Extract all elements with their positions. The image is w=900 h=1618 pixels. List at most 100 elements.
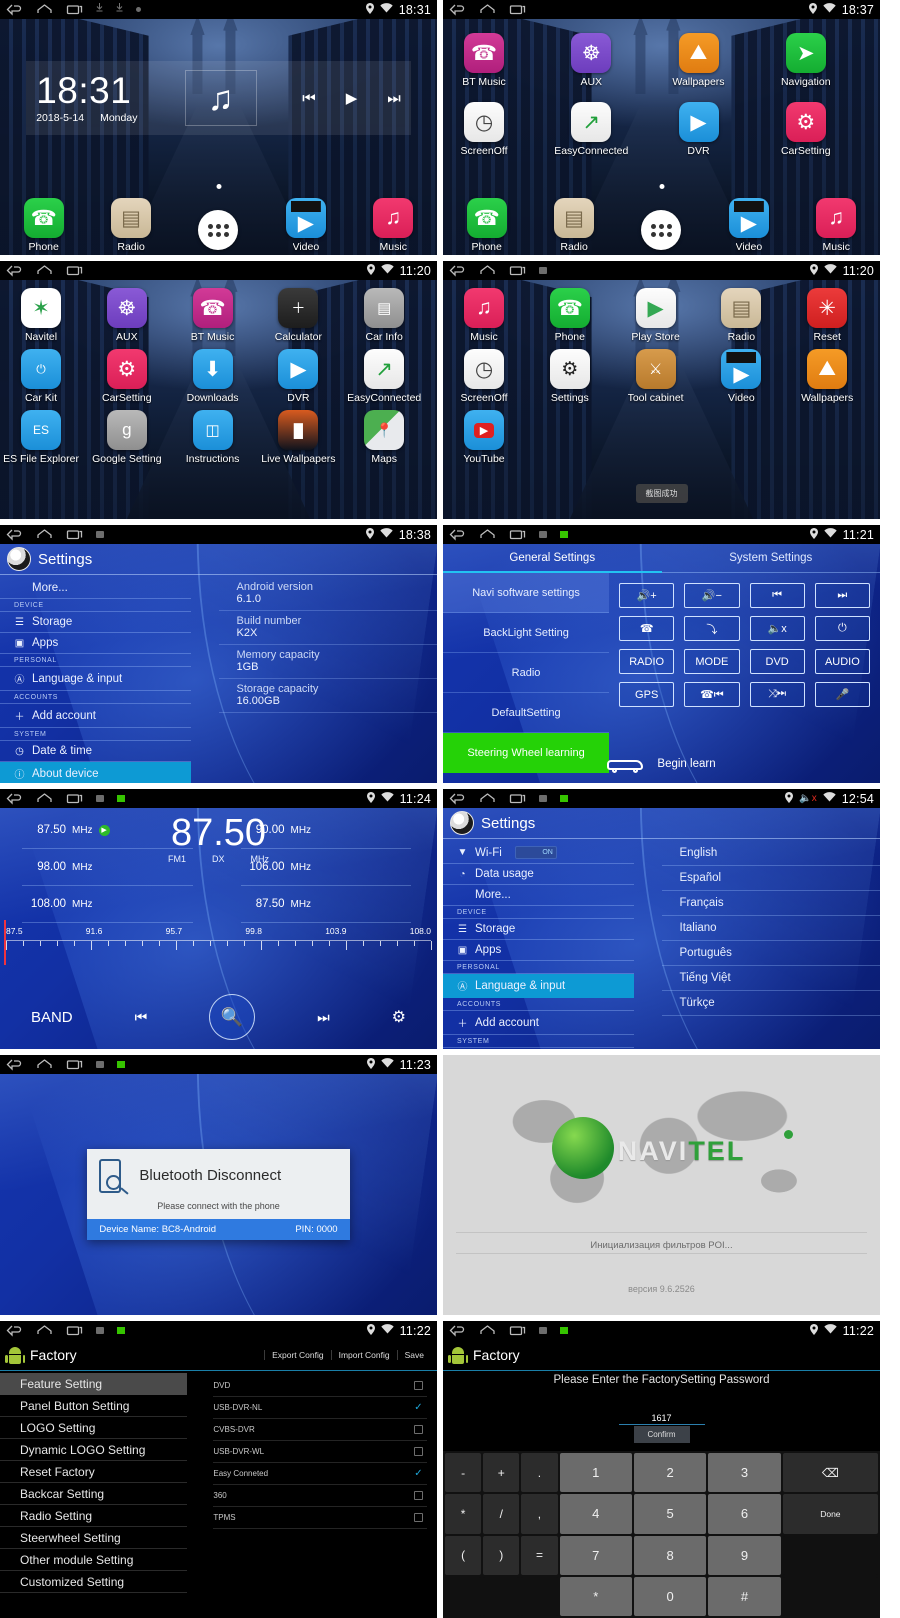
preset-item[interactable]: 87.50 MHz ▶ xyxy=(22,812,193,849)
dock-item-video[interactable]: ▶ Video xyxy=(712,198,786,253)
app-screen-off[interactable]: ◷ ScreenOff xyxy=(447,349,521,404)
language-option[interactable]: English xyxy=(661,841,880,866)
prev-track-icon[interactable]: ⏮ xyxy=(302,90,316,107)
key-plus[interactable]: + xyxy=(483,1453,520,1493)
key-7[interactable]: 7 xyxy=(559,1535,632,1575)
recents-icon[interactable] xyxy=(66,1324,83,1337)
btn-call-end[interactable]: ⤵ xyxy=(684,616,740,641)
home-icon[interactable] xyxy=(36,792,53,805)
app-aux[interactable]: ☸ AUX xyxy=(90,288,164,343)
preset-item[interactable]: 98.00 MHz xyxy=(22,849,193,886)
key-0[interactable]: 0 xyxy=(633,1576,707,1616)
back-icon[interactable] xyxy=(449,3,466,16)
search-icon[interactable]: 🔍 xyxy=(209,994,256,1040)
recents-icon[interactable] xyxy=(509,3,526,16)
settings-item-storage[interactable]: ☰ Storage xyxy=(0,612,191,633)
settings-item-language[interactable]: Ⓐ Language & input xyxy=(0,667,191,691)
app-wallpapers[interactable]: ⛰ Wallpapers xyxy=(662,33,736,88)
done-key[interactable]: Done xyxy=(782,1494,878,1534)
factory-item-customized-setting[interactable]: Customized Setting xyxy=(0,1571,188,1593)
recents-icon[interactable] xyxy=(66,528,83,541)
app-screen-off[interactable]: ◷ ScreenOff xyxy=(447,102,521,157)
btn-prev-track[interactable]: ⏮ xyxy=(749,583,805,608)
app-calculator[interactable]: ＋ Calculator xyxy=(261,288,335,343)
dock-item-app-drawer[interactable] xyxy=(181,210,255,253)
feature-row[interactable]: TPMS xyxy=(213,1507,427,1529)
key-comma[interactable]: , xyxy=(521,1494,558,1534)
app-video[interactable]: ▶ Video xyxy=(704,349,778,404)
recents-icon[interactable] xyxy=(509,264,526,277)
menu-default-setting[interactable]: DefaultSetting xyxy=(443,693,610,733)
home-icon[interactable] xyxy=(36,264,53,277)
menu-radio[interactable]: Radio xyxy=(443,653,610,693)
language-option[interactable]: Español xyxy=(661,866,880,891)
app-dvr[interactable]: ▶ DVR xyxy=(662,102,736,157)
factory-item-backcar-setting[interactable]: Backcar Setting xyxy=(0,1483,188,1505)
btn-volume-up[interactable]: 🔊+ xyxy=(619,583,675,608)
btn-mute[interactable]: 🔈x xyxy=(749,616,805,641)
feature-row[interactable]: CVBS-DVR xyxy=(213,1419,427,1441)
feature-row[interactable]: USB-DVR-WL xyxy=(213,1441,427,1463)
app-instructions[interactable]: ◫ Instructions xyxy=(176,410,250,465)
settings-item-add-account[interactable]: ＋ Add account xyxy=(0,704,191,728)
app-car-kit[interactable]: ⏻ Car Kit xyxy=(4,349,78,404)
dock-item-app-drawer[interactable] xyxy=(624,210,698,253)
prev-station-icon[interactable]: ⏮ xyxy=(135,1009,148,1026)
clock-widget[interactable]: 18:31 2018-5-14 Monday xyxy=(26,72,180,124)
back-icon[interactable] xyxy=(6,1058,23,1071)
key-equals[interactable]: = xyxy=(521,1535,558,1575)
btn-dvd[interactable]: DVD xyxy=(749,649,805,674)
band-button[interactable]: BAND xyxy=(31,1009,73,1026)
key-9[interactable]: 9 xyxy=(708,1535,781,1575)
back-icon[interactable] xyxy=(449,528,466,541)
key-asterisk[interactable]: * xyxy=(445,1494,482,1534)
feature-checkbox[interactable]: ✓ xyxy=(414,1469,423,1479)
back-icon[interactable] xyxy=(449,264,466,277)
settings-item-data-usage[interactable]: ◔ Data usage xyxy=(443,864,634,885)
home-icon[interactable] xyxy=(479,3,496,16)
settings-item-add-account[interactable]: ＋ Add account xyxy=(443,1011,634,1035)
dock-item-phone[interactable]: ☎ Phone xyxy=(450,198,524,253)
key-hash[interactable]: # xyxy=(708,1576,781,1616)
back-icon[interactable] xyxy=(6,792,23,805)
save-button[interactable]: Save xyxy=(396,1350,431,1360)
confirm-button[interactable]: Confirm xyxy=(633,1426,690,1443)
home-icon[interactable] xyxy=(36,3,53,16)
feature-checkbox[interactable] xyxy=(414,1513,423,1522)
back-icon[interactable] xyxy=(6,3,23,16)
app-bt-music[interactable]: ☎ BT Music xyxy=(447,33,521,88)
app-easy-connected[interactable]: ↗ EasyConnected xyxy=(554,102,628,157)
app-easy-connected[interactable]: ↗ EasyConnected xyxy=(347,349,421,404)
app-play-store[interactable]: ▶ Play Store xyxy=(619,288,693,343)
factory-item-reset-factory[interactable]: Reset Factory xyxy=(0,1461,188,1483)
preset-item[interactable]: 87.50 MHz xyxy=(240,886,411,923)
back-icon[interactable] xyxy=(449,792,466,805)
settings-item-language[interactable]: Ⓐ Language & input xyxy=(443,974,634,998)
tab-general-settings[interactable]: General Settings xyxy=(443,544,662,572)
home-icon[interactable] xyxy=(479,1324,496,1337)
factory-item-other-module-setting[interactable]: Other module Setting xyxy=(0,1549,188,1571)
app-radio[interactable]: ▤ Radio xyxy=(704,288,778,343)
begin-learn-row[interactable]: Begin learn xyxy=(443,754,880,773)
app-tool-cabinet[interactable]: ⚔ Tool cabinet xyxy=(619,349,693,404)
frequency-scale[interactable]: 87.5 91.6 95.7 99.8 103.9 108.0 xyxy=(6,926,432,966)
btn-gps[interactable]: GPS xyxy=(619,682,675,707)
app-music[interactable]: ♫ Music xyxy=(447,288,521,343)
factory-item-logo-setting[interactable]: LOGO Setting xyxy=(0,1417,188,1439)
settings-item-storage[interactable]: ☰ Storage xyxy=(443,919,634,940)
key-6[interactable]: 6 xyxy=(708,1494,781,1534)
settings-item-about-device[interactable]: ⓘ About device xyxy=(0,762,191,783)
home-icon[interactable] xyxy=(479,792,496,805)
dock-item-radio[interactable]: ▤ Radio xyxy=(94,198,168,253)
btn-radio[interactable]: RADIO xyxy=(619,649,675,674)
factory-item-feature-setting[interactable]: Feature Setting xyxy=(0,1373,188,1395)
btn-call-prev[interactable]: ☎⏮ xyxy=(684,682,740,707)
app-youtube[interactable]: ▶ YouTube xyxy=(447,410,521,465)
app-bt-music[interactable]: ☎ BT Music xyxy=(176,288,250,343)
password-input[interactable]: 1617 xyxy=(618,1413,705,1425)
menu-backlight-setting[interactable]: BackLight Setting xyxy=(443,613,610,653)
key-1[interactable]: 1 xyxy=(559,1453,632,1493)
app-dvr[interactable]: ▶ DVR xyxy=(261,349,335,404)
factory-item-dynamic-logo-setting[interactable]: Dynamic LOGO Setting xyxy=(0,1439,188,1461)
back-icon[interactable] xyxy=(6,264,23,277)
